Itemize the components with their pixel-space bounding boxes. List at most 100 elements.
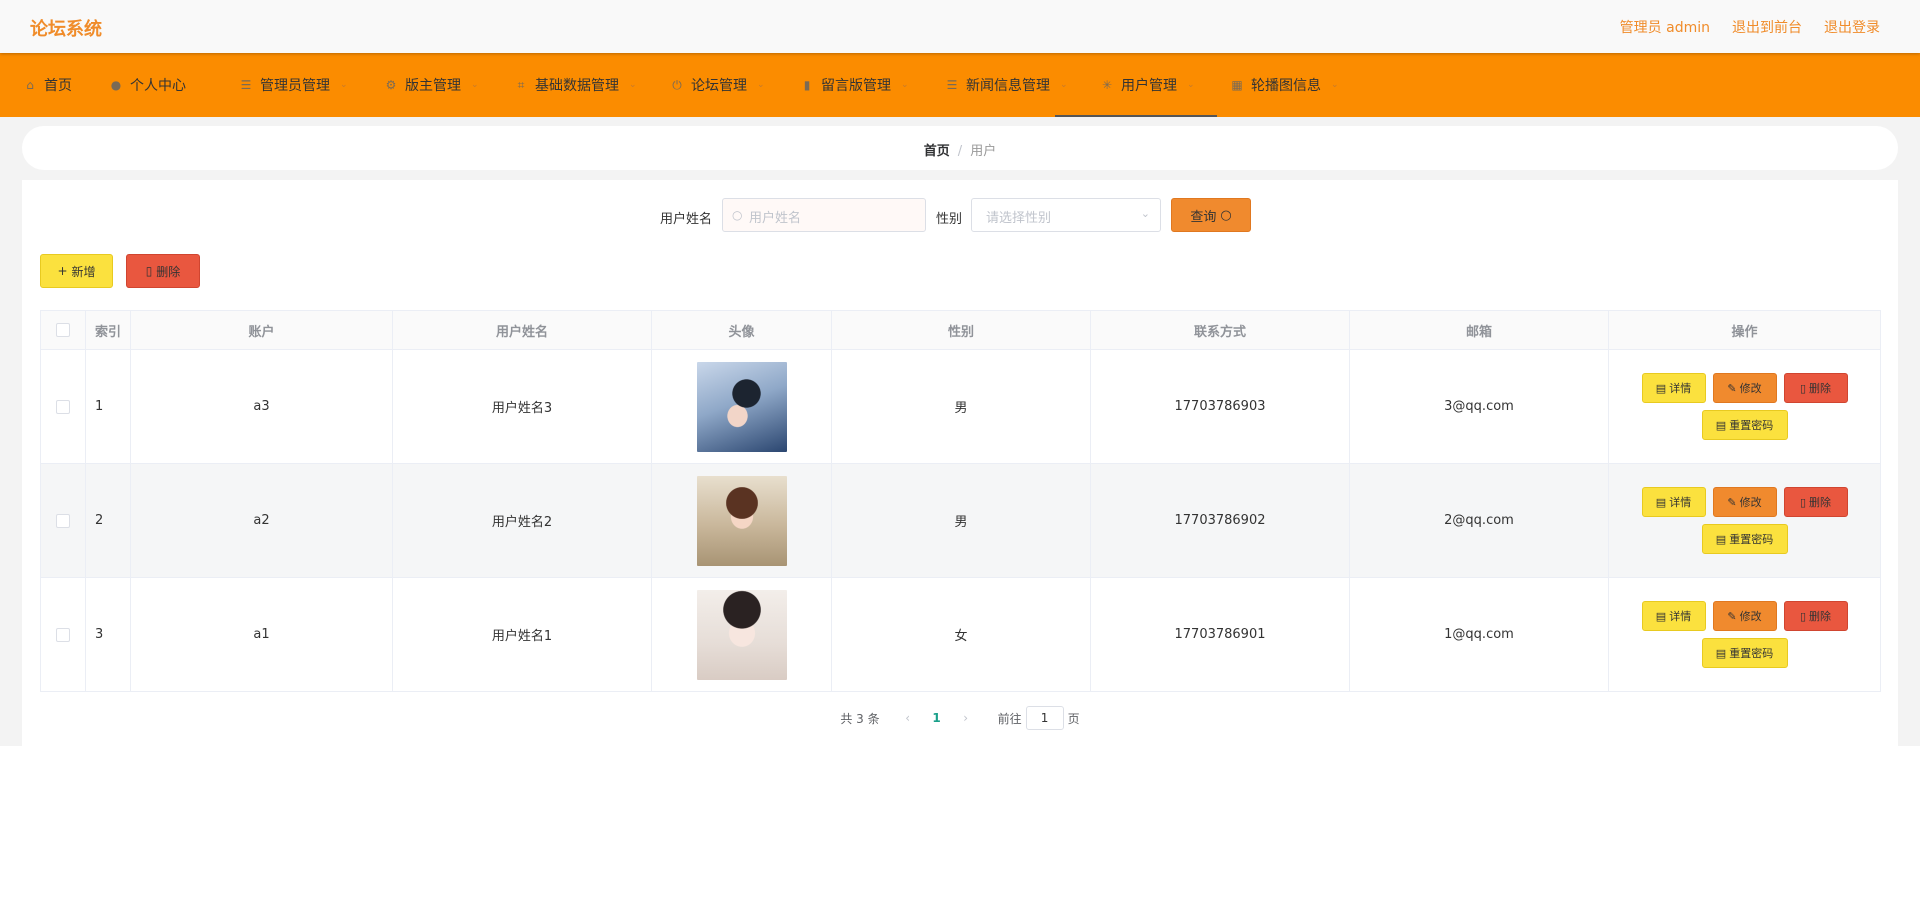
nav-label: 基础数据管理 xyxy=(535,78,619,94)
query-button[interactable]: 查询 ○ xyxy=(1171,198,1251,232)
avatar[interactable] xyxy=(696,589,787,680)
goto-page-input[interactable]: 1 xyxy=(1025,706,1064,730)
trash-icon: ▯ xyxy=(1799,381,1807,395)
cell-index: 3 xyxy=(85,577,131,692)
edit-label: 修改 xyxy=(1739,496,1762,509)
detail-button[interactable]: ▤ 详情 xyxy=(1641,601,1706,631)
cell-actions: ▤ 详情 ✎ 修改 ▯ 删除 ▤ 重置密码 xyxy=(1608,577,1881,692)
nav-item-profile[interactable]: ● 个人中心 xyxy=(108,53,186,117)
next-page-icon[interactable]: › xyxy=(952,711,980,725)
breadcrumb-separator: / xyxy=(957,144,963,159)
trash-icon: ▯ xyxy=(1799,495,1807,509)
header-actions: 操作 xyxy=(1608,310,1881,350)
breadcrumb-home[interactable]: 首页 xyxy=(924,144,950,159)
row-select-cell xyxy=(40,463,86,578)
home-icon: ⌂ xyxy=(26,78,34,92)
edit-icon: ✎ xyxy=(1727,495,1737,509)
delete-button[interactable]: ▯ 删除 xyxy=(1783,373,1848,403)
prev-page-icon[interactable]: ‹ xyxy=(894,711,922,725)
detail-button[interactable]: ▤ 详情 xyxy=(1641,487,1706,517)
nav-label: 版主管理 xyxy=(405,78,461,94)
name-search-placeholder: 用户姓名 xyxy=(749,211,802,226)
cell-email: 1@qq.com xyxy=(1349,577,1609,692)
row-checkbox[interactable] xyxy=(56,399,70,414)
cell-gender: 男 xyxy=(831,463,1091,578)
batch-delete-label: 删除 xyxy=(156,264,181,279)
trash-icon: ▯ xyxy=(145,264,153,278)
select-all-cell xyxy=(40,310,86,350)
nav-label: 轮播图信息 xyxy=(1251,78,1321,94)
document-icon: ▤ xyxy=(1655,381,1667,395)
pagination-total: 共 3 条 xyxy=(840,711,880,726)
edit-button[interactable]: ✎ 修改 xyxy=(1712,487,1777,517)
row-checkbox[interactable] xyxy=(56,513,70,528)
reset-password-label: 重置密码 xyxy=(1729,647,1774,660)
nav-item-news[interactable]: ☰ 新闻信息管理 ⌄ xyxy=(944,53,1068,117)
nav-label: 新闻信息管理 xyxy=(966,78,1050,94)
nav-item-admin[interactable]: ☰ 管理员管理 ⌄ xyxy=(238,53,348,117)
nav-item-forum[interactable]: ⏻ 论坛管理 ⌄ xyxy=(669,53,764,117)
breadcrumb-current: 用户 xyxy=(970,144,997,159)
reset-password-button[interactable]: ▤ 重置密码 xyxy=(1701,410,1788,440)
document-icon: ▤ xyxy=(1655,609,1667,623)
cell-actions: ▤ 详情 ✎ 修改 ▯ 删除 ▤ 重置密码 xyxy=(1608,349,1881,464)
nav-item-home[interactable]: ⌂ 首页 xyxy=(22,53,72,117)
document-icon: ▤ xyxy=(1655,495,1667,509)
header-index: 索引 xyxy=(85,310,131,350)
admin-link[interactable]: 管理员 admin xyxy=(1620,17,1710,37)
document-icon: ▤ xyxy=(1715,418,1727,432)
chevron-down-icon: ⌄ xyxy=(340,80,348,90)
chevron-down-icon: ⌄ xyxy=(1187,80,1195,90)
avatar[interactable] xyxy=(696,361,787,452)
nav-item-users[interactable]: ✳ 用户管理 ⌄ xyxy=(1055,53,1216,117)
batch-delete-button[interactable]: ▯ 删除 xyxy=(126,254,200,288)
header-phone: 联系方式 xyxy=(1090,310,1350,350)
header-name: 用户姓名 xyxy=(392,310,652,350)
cell-account: a1 xyxy=(130,577,393,692)
gender-label: 性别 xyxy=(936,212,963,227)
nav-item-moderator[interactable]: ⚙ 版主管理 ⌄ xyxy=(383,53,479,117)
detail-label: 详情 xyxy=(1669,496,1692,509)
reset-password-label: 重置密码 xyxy=(1729,419,1774,432)
row-checkbox[interactable] xyxy=(56,627,70,642)
add-button[interactable]: + 新增 xyxy=(40,254,113,288)
cell-name: 用户姓名2 xyxy=(392,463,652,578)
row-select-cell xyxy=(40,349,86,464)
chevron-down-icon: ⌄ xyxy=(629,80,637,90)
pagination: 共 3 条 ‹ 1 › 前往 1 页 xyxy=(22,704,1898,732)
cell-phone: 17703786902 xyxy=(1090,463,1350,578)
front-link[interactable]: 退出到前台 xyxy=(1732,17,1802,37)
nav-item-message[interactable]: ▮ 留言版管理 ⌄ xyxy=(799,53,909,117)
nav-item-carousel[interactable]: ▦ 轮播图信息 ⌄ xyxy=(1229,53,1338,117)
top-links: 管理员 admin 退出到前台 退出登录 xyxy=(1620,17,1880,37)
name-search-input[interactable]: ○ 用户姓名 xyxy=(722,198,926,232)
delete-button[interactable]: ▯ 删除 xyxy=(1783,601,1848,631)
logout-link[interactable]: 退出登录 xyxy=(1824,17,1880,37)
cell-account: a3 xyxy=(130,349,393,464)
delete-button[interactable]: ▯ 删除 xyxy=(1783,487,1848,517)
breadcrumb: 首页 / 用户 xyxy=(924,140,996,159)
cell-email: 2@qq.com xyxy=(1349,463,1609,578)
avatar[interactable] xyxy=(696,475,787,566)
nav-item-basedata[interactable]: ⌗ 基础数据管理 ⌄ xyxy=(513,53,637,117)
grid-icon: ▦ xyxy=(1231,78,1243,92)
search-icon: ○ xyxy=(1220,207,1232,223)
select-all-checkbox[interactable] xyxy=(56,323,70,337)
row-select-cell xyxy=(40,577,86,692)
document-icon: ▤ xyxy=(1715,532,1727,546)
edit-button[interactable]: ✎ 修改 xyxy=(1712,601,1777,631)
table-row: 3 a1 用户姓名1 女 17703786901 1@qq.com ▤ 详情 ✎ 修… xyxy=(40,577,1881,692)
page-number[interactable]: 1 xyxy=(922,711,952,725)
nav-label: 管理员管理 xyxy=(260,78,330,94)
detail-label: 详情 xyxy=(1669,610,1692,623)
delete-label: 删除 xyxy=(1809,610,1832,623)
reset-password-button[interactable]: ▤ 重置密码 xyxy=(1701,638,1788,668)
edit-icon: ✎ xyxy=(1727,381,1737,395)
edit-button[interactable]: ✎ 修改 xyxy=(1712,373,1777,403)
query-button-label: 查询 xyxy=(1190,209,1217,225)
user-icon: ● xyxy=(110,78,122,92)
app-title: 论坛系统 xyxy=(30,19,102,40)
gender-select[interactable]: 请选择性别 ⌄ xyxy=(971,198,1161,232)
detail-button[interactable]: ▤ 详情 xyxy=(1641,373,1706,403)
reset-password-button[interactable]: ▤ 重置密码 xyxy=(1701,524,1788,554)
